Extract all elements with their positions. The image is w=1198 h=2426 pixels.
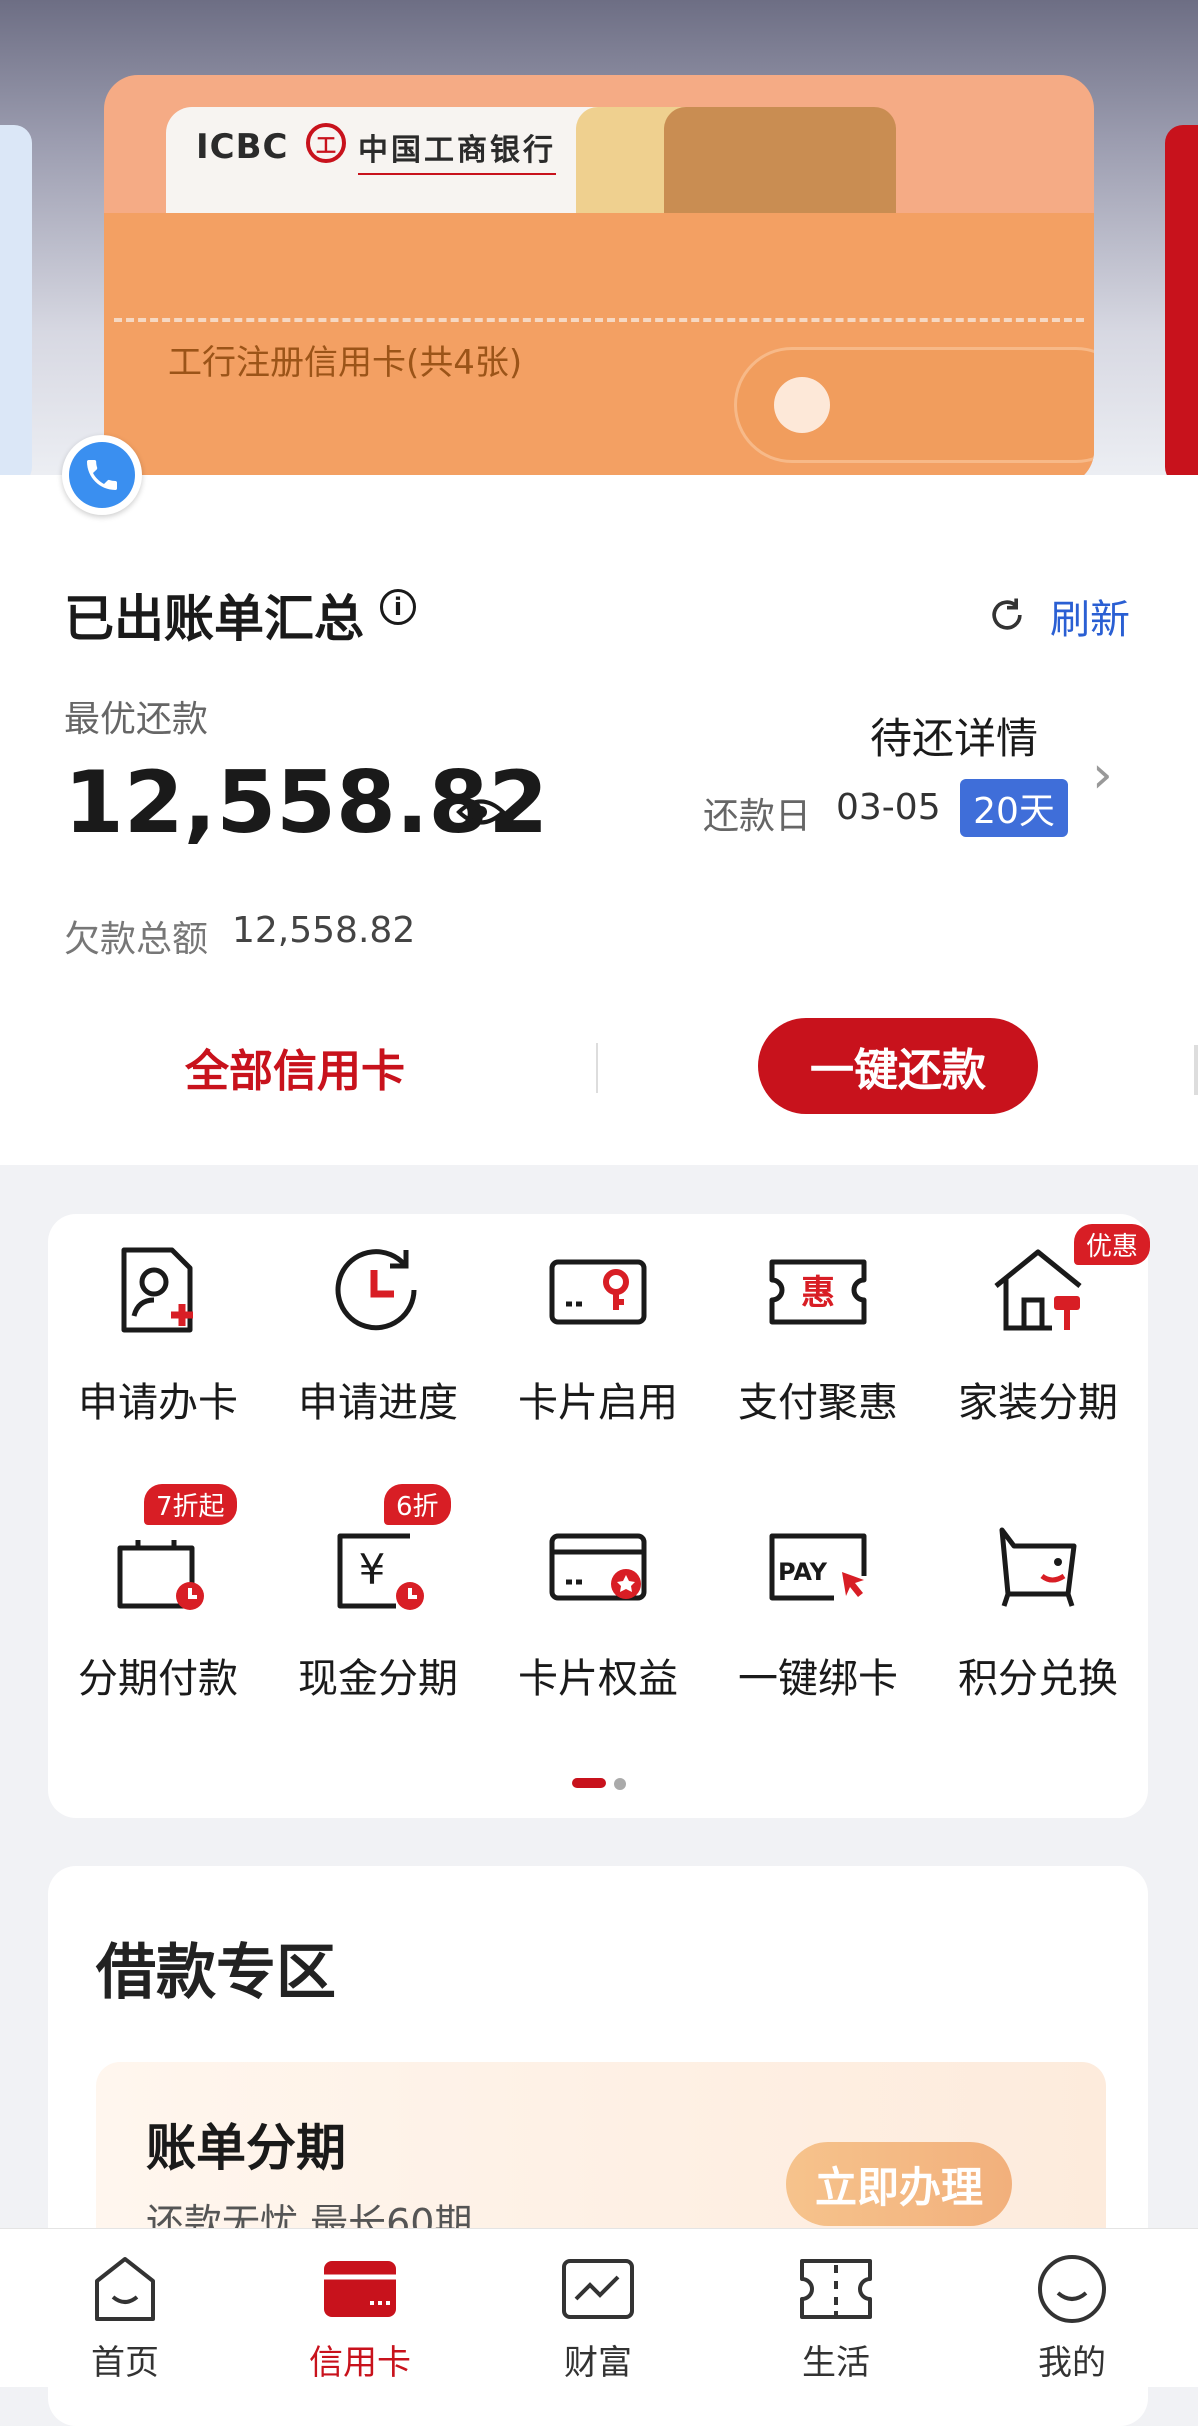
due-date-label: 还款日 [703,796,812,837]
apply-card-icon [106,1238,210,1342]
info-icon[interactable]: i [380,589,416,625]
card-wallet-banner[interactable]: ICBC 工 中国工商银行 工行注册信用卡(共4张) [0,0,1198,475]
tab-wealth[interactable]: 财富 [478,2229,718,2387]
days-left-badge: 20天 [960,779,1068,837]
service-label: 分期付款 [78,1656,238,1702]
service-label: 家装分期 [958,1380,1118,1426]
service-card-benefits[interactable]: 卡片权益 [488,1490,708,1710]
chevron-right-icon[interactable]: › [1092,745,1113,805]
tab-profile[interactable]: 我的 [952,2229,1192,2387]
tab-label: 生活 [802,2343,870,2383]
service-label: 积分兑换 [958,1656,1118,1702]
cash-installment-icon: ¥ [326,1514,430,1618]
service-label: 申请办卡 [78,1380,238,1426]
tab-life[interactable]: 生活 [716,2229,956,2387]
divider [596,1043,598,1093]
progress-clock-icon [326,1238,430,1342]
phone-icon [69,442,135,508]
service-apply-progress[interactable]: 申请进度 [268,1214,488,1434]
pay-bind-icon: PAY [766,1514,870,1618]
tab-label: 首页 [91,2343,159,2383]
optimal-repayment-label: 最优还款 [64,699,209,740]
wallet-graphic[interactable]: ICBC 工 中国工商银行 工行注册信用卡(共4张) [104,75,1094,475]
prev-card-peek[interactable] [0,125,32,475]
tab-label: 我的 [1038,2343,1106,2383]
promo-badge: 6折 [384,1484,451,1525]
promo-badge: 优惠 [1074,1224,1151,1265]
service-grid: 申请办卡 申请进度 卡片启用 惠 支付聚惠 优惠 家装分期 7折起 分期付款 ¥… [48,1214,1151,1818]
total-debt-label: 欠款总额 [64,919,209,960]
service-label: 一键绑卡 [738,1656,898,1702]
bottom-tab-bar: 首页 信用卡 财富 生活 我的 [0,2228,1198,2387]
promo-badge: 7折起 [144,1484,237,1525]
card-benefit-icon [546,1514,650,1618]
service-label: 现金分期 [298,1656,458,1702]
next-card-peek[interactable] [1165,125,1198,475]
service-label: 申请进度 [298,1380,458,1426]
divider [1194,1045,1198,1095]
pay-text: PAY [778,1558,828,1586]
eye-icon[interactable] [456,797,506,827]
profile-icon [1034,2251,1110,2327]
tab-label: 信用卡 [309,2343,411,2383]
pending-details-link[interactable]: 待还详情 [870,705,1038,766]
credit-card-icon [322,2251,398,2327]
clasp-button [774,377,830,433]
loan-card-title: 账单分期 [146,2119,346,2177]
apply-now-button[interactable]: 立即办理 [786,2142,1012,2226]
life-ticket-icon [798,2251,874,2327]
loan-section-title: 借款专区 [96,1938,336,2008]
bill-summary-panel: 已出账单汇总 i 刷新 最优还款 12,558.82 待还详情 还款日 03-0… [0,475,1198,1165]
service-cash-installment[interactable]: ¥ 6折 现金分期 [268,1484,488,1710]
tab-home[interactable]: 首页 [5,2229,245,2387]
service-apply-card[interactable]: 申请办卡 [48,1214,268,1434]
page-dot-active [572,1778,606,1788]
home-icon [87,2251,163,2327]
discount-char: 惠 [801,1273,835,1313]
total-debt-value: 12,558.82 [232,910,416,951]
service-label: 卡片权益 [518,1656,678,1702]
wallet-label: 工行注册信用卡(共4张) [168,343,523,383]
service-payment-discount[interactable]: 惠 支付聚惠 [708,1214,928,1434]
stitch-line [114,318,1084,322]
summary-title: 已出账单汇总 [64,590,364,648]
page-dot [614,1778,626,1790]
refresh-icon[interactable] [985,593,1029,647]
due-date-value: 03-05 [836,787,941,828]
installment-bag-icon [106,1514,210,1618]
points-cart-icon [986,1514,1090,1618]
service-bind-card[interactable]: PAY 一键绑卡 [708,1490,928,1710]
one-click-repay-button[interactable]: 一键还款 [758,1018,1038,1114]
icbc-seal-icon: 工 [306,123,346,163]
service-card-activate[interactable]: 卡片启用 [488,1214,708,1434]
wallet-clasp [734,347,1094,463]
wealth-chart-icon [560,2251,636,2327]
service-points-exchange[interactable]: 积分兑换 [928,1490,1148,1710]
service-home-decor[interactable]: 优惠 家装分期 [928,1214,1151,1434]
service-installment-pay[interactable]: 7折起 分期付款 [48,1484,268,1710]
refresh-button[interactable]: 刷新 [1050,587,1130,645]
service-label: 支付聚惠 [738,1380,898,1426]
service-label: 卡片启用 [518,1380,678,1426]
all-cards-button[interactable]: 全部信用卡 [185,1035,405,1099]
icbc-logo-text: ICBC [196,127,289,167]
wallet-front: 工行注册信用卡(共4张) [104,213,1094,475]
discount-ticket-icon: 惠 [766,1238,870,1342]
tab-label: 财富 [564,2343,632,2383]
bank-name: 中国工商银行 [358,125,556,175]
yen-symbol: ¥ [359,1545,386,1594]
customer-service-button[interactable] [62,435,142,515]
tab-credit-card[interactable]: 信用卡 [240,2229,480,2387]
card-activate-icon [546,1238,650,1342]
